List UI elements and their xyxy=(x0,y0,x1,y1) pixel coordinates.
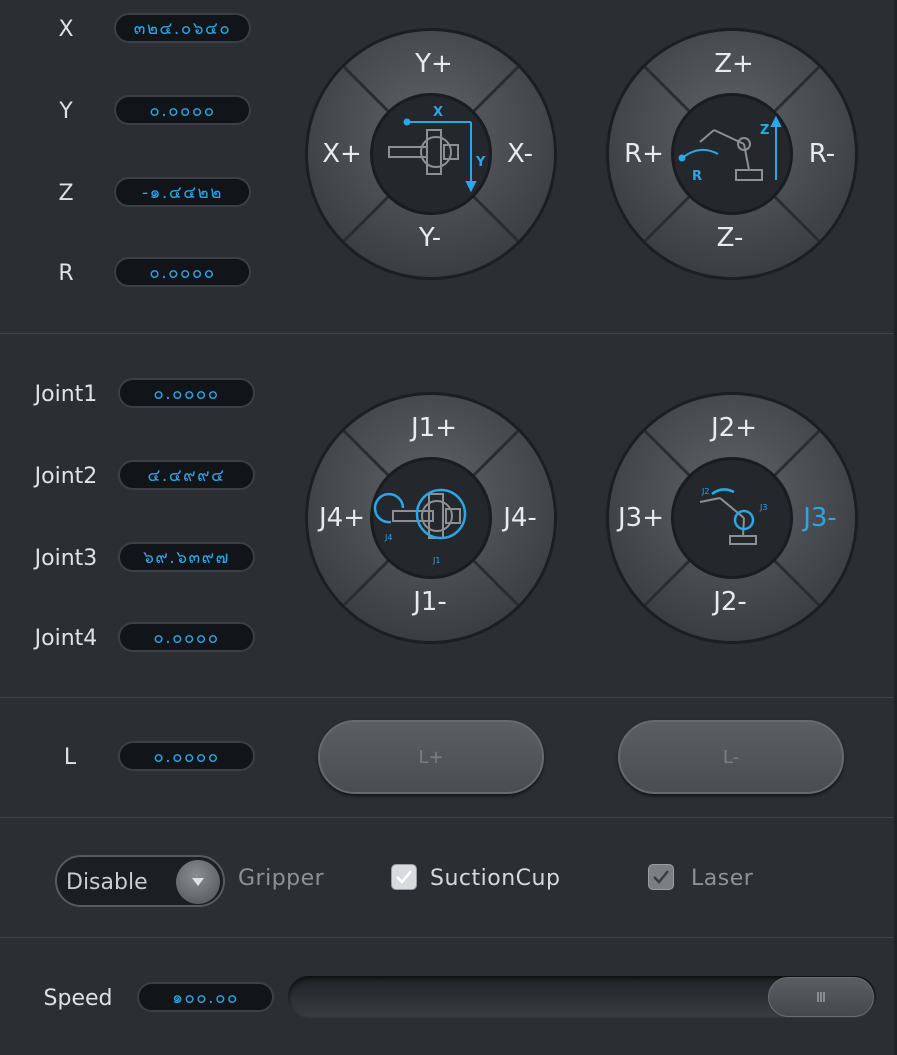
joint1-value-field: ๐.๐๐๐๐ xyxy=(118,378,255,408)
r-minus-button[interactable]: R- xyxy=(809,139,835,169)
svg-text:Y: Y xyxy=(475,155,486,170)
suctioncup-checkbox[interactable] xyxy=(391,864,417,890)
section-divider xyxy=(0,937,894,938)
checkmark-icon xyxy=(396,870,412,884)
x-value-field: ๓๒๔.๐๖๔๐ xyxy=(114,13,251,43)
y-value-field: ๐.๐๐๐๐ xyxy=(114,95,251,125)
joint1-label: Joint1 xyxy=(34,382,98,407)
z-plus-button[interactable]: Z+ xyxy=(714,49,754,79)
l-label: L xyxy=(63,745,77,770)
l-minus-button[interactable]: L- xyxy=(618,720,844,794)
r-label: R xyxy=(58,261,74,286)
chevron-down-icon[interactable] xyxy=(176,860,220,904)
grip-icon xyxy=(817,992,825,1002)
z-minus-button[interactable]: Z- xyxy=(717,223,744,253)
x-plus-button[interactable]: X+ xyxy=(322,139,362,169)
svg-text:J1: J1 xyxy=(432,556,440,565)
gripper-label: Gripper xyxy=(238,866,325,891)
j1-minus-button[interactable]: J1- xyxy=(413,587,447,617)
svg-text:R: R xyxy=(692,169,702,184)
x-label: X xyxy=(58,17,74,42)
section-divider xyxy=(0,697,894,698)
svg-text:J3: J3 xyxy=(759,503,767,512)
r-plus-button[interactable]: R+ xyxy=(624,139,664,169)
y-minus-button[interactable]: Y- xyxy=(419,223,441,253)
y-plus-button[interactable]: Y+ xyxy=(415,49,453,79)
joint3-label: Joint3 xyxy=(34,546,98,571)
laser-label: Laser xyxy=(691,866,754,891)
section-divider xyxy=(0,333,894,334)
checkmark-icon xyxy=(653,870,669,884)
svg-text:J2: J2 xyxy=(701,487,709,496)
speed-slider-thumb[interactable] xyxy=(768,977,874,1017)
speed-value-field: ๑๐๐.๐๐ xyxy=(137,982,274,1012)
svg-text:Z: Z xyxy=(760,123,769,138)
joint4-label: Joint4 xyxy=(34,626,98,651)
suctioncup-label: SuctionCup xyxy=(430,866,561,891)
l-plus-button[interactable]: L+ xyxy=(318,720,544,794)
j2-plus-button[interactable]: J2+ xyxy=(711,413,757,443)
j2-minus-button[interactable]: J2- xyxy=(713,587,747,617)
gripper-select[interactable]: Disable xyxy=(55,855,225,907)
z-label: Z xyxy=(58,181,74,206)
joint2-value-field: ๔.๔๙๙๔ xyxy=(118,460,255,490)
speed-label: Speed xyxy=(43,986,113,1011)
j3-plus-button[interactable]: J3+ xyxy=(618,503,664,533)
speed-slider[interactable] xyxy=(288,976,876,1018)
gripper-select-value: Disable xyxy=(66,870,148,895)
svg-text:X: X xyxy=(433,105,443,120)
j4-plus-button[interactable]: J4+ xyxy=(319,503,365,533)
j4-minus-button[interactable]: J4- xyxy=(503,503,537,533)
j1-plus-button[interactable]: J1+ xyxy=(411,413,457,443)
joint4-value-field: ๐.๐๐๐๐ xyxy=(118,622,255,652)
j3-minus-button[interactable]: J3- xyxy=(803,503,837,533)
svg-text:J4: J4 xyxy=(384,533,392,542)
joint3-value-field: ๖๙.๖๓๙๗ xyxy=(118,542,255,572)
y-label: Y xyxy=(59,99,73,124)
laser-checkbox[interactable] xyxy=(648,864,674,890)
z-value-field: -๑.๔๔๒๒ xyxy=(114,177,251,207)
r-value-field: ๐.๐๐๐๐ xyxy=(114,257,251,287)
joint2-label: Joint2 xyxy=(34,464,98,489)
l-value-field: ๐.๐๐๐๐ xyxy=(118,741,255,771)
x-minus-button[interactable]: X- xyxy=(507,139,533,169)
section-divider xyxy=(0,817,894,818)
